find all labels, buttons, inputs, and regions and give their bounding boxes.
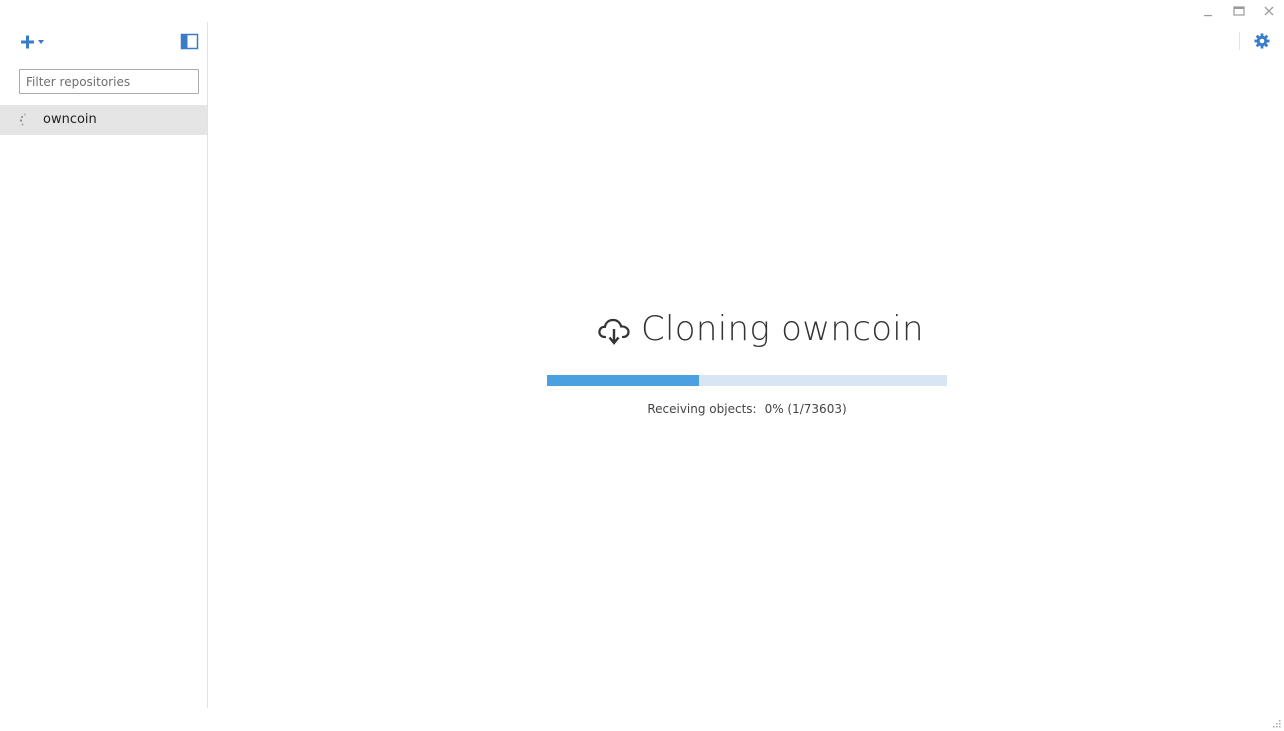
repository-name: owncoin (43, 112, 97, 127)
clone-status-label: Receiving objects: (647, 402, 757, 416)
resize-grip-icon[interactable] (1273, 720, 1281, 728)
clone-progress-fill (547, 375, 699, 386)
spinner-icon (19, 113, 27, 126)
filter-repositories-input[interactable] (19, 69, 199, 94)
clone-title: Cloning owncoin (641, 309, 924, 349)
sidebar-toolbar (0, 22, 207, 66)
add-repository-button[interactable] (18, 31, 48, 53)
caret-down-icon (38, 40, 44, 44)
clone-status: Receiving objects: 0% (1/73603) (547, 402, 947, 416)
clone-heading: Cloning owncoin (597, 306, 924, 352)
toggle-sidebar-button[interactable] (180, 33, 200, 51)
clone-progress-bar (547, 375, 947, 386)
clone-progress-panel: Cloning owncoin Receiving objects: 0% (1/… (209, 0, 1284, 731)
repository-item-owncoin[interactable]: owncoin (0, 105, 207, 135)
sidebar: owncoin (0, 22, 208, 708)
sidebar-toggle-icon (180, 33, 199, 50)
clone-status-value: 0% (1/73603) (764, 402, 847, 416)
cloud-download-icon (598, 318, 630, 345)
repository-list: owncoin (0, 105, 207, 135)
app-window: owncoin (0, 0, 1284, 731)
filter-wrap (19, 69, 199, 94)
